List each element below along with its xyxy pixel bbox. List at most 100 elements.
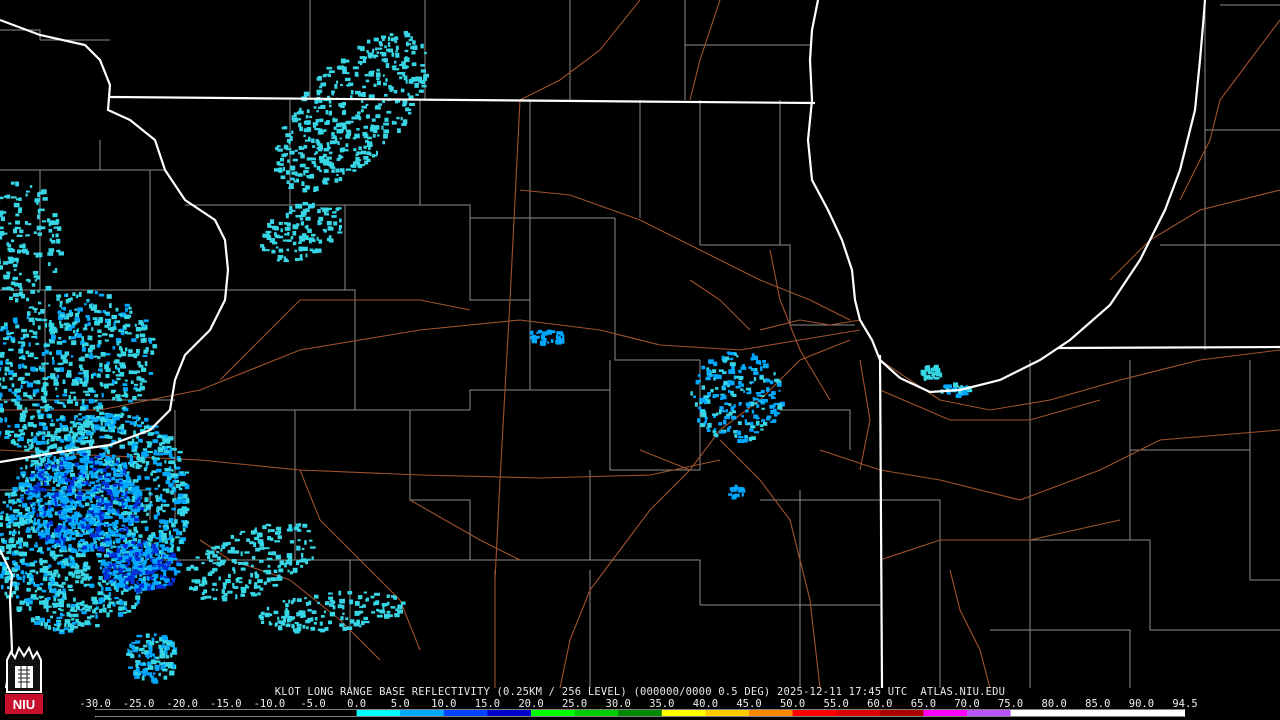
- echo-pixel: [317, 106, 324, 109]
- echo-pixel: [301, 181, 305, 186]
- echo-pixel: [760, 366, 763, 372]
- echo-pixel: [80, 580, 84, 584]
- echo-pixel: [336, 128, 343, 134]
- echo-pixel: [24, 571, 27, 575]
- echo-pixel: [760, 428, 764, 431]
- echo-pixel: [59, 300, 63, 305]
- echo-pixel: [339, 147, 345, 153]
- echo-pixel: [41, 220, 47, 223]
- echo-pixel: [284, 233, 288, 236]
- echo-pixel: [95, 486, 100, 489]
- echo-pixel: [333, 126, 337, 130]
- echo-pixel: [157, 554, 161, 559]
- echo-pixel: [0, 533, 4, 536]
- echo-pixel: [740, 366, 746, 370]
- echo-pixel: [126, 609, 132, 613]
- echo-pixel: [776, 382, 782, 387]
- echo-pixel: [46, 547, 51, 551]
- echo-pixel: [150, 653, 156, 657]
- echo-pixel: [99, 381, 103, 386]
- echo-pixel: [15, 257, 19, 262]
- echo-pixel: [0, 377, 2, 381]
- echo-pixel: [137, 394, 142, 397]
- echo-pixel: [13, 529, 16, 533]
- echo-pixel: [126, 471, 130, 474]
- echo-pixel: [731, 490, 734, 493]
- echo-pixel: [77, 621, 81, 626]
- echo-pixel: [61, 614, 65, 617]
- color-scale-segment: [967, 710, 1012, 716]
- echo-pixel: [82, 398, 85, 403]
- echo-pixel: [23, 392, 28, 397]
- echo-pixel: [542, 331, 548, 336]
- echo-pixel: [87, 605, 93, 609]
- echo-pixel: [32, 403, 37, 407]
- echo-pixel: [112, 483, 117, 487]
- echo-pixel: [73, 516, 79, 521]
- echo-pixel: [953, 382, 959, 387]
- echo-pixel: [376, 614, 383, 618]
- echo-pixel: [289, 206, 293, 210]
- echo-pixel: [260, 244, 265, 248]
- echo-pixel: [737, 430, 741, 436]
- echo-pixel: [762, 363, 769, 369]
- echo-pixel: [53, 381, 59, 386]
- echo-pixel: [0, 351, 5, 355]
- echo-pixel: [178, 487, 183, 491]
- echo-pixel: [121, 524, 125, 527]
- echo-pixel: [365, 598, 368, 602]
- echo-pixel: [406, 42, 409, 47]
- echo-pixel: [132, 465, 135, 469]
- echo-pixel: [117, 340, 122, 344]
- echo-pixel: [27, 311, 31, 316]
- echo-pixel: [127, 572, 130, 576]
- echo-pixel: [81, 465, 87, 470]
- echo-pixel: [319, 159, 326, 164]
- echo-pixel: [363, 125, 368, 129]
- echo-pixel: [306, 109, 310, 114]
- echo-pixel: [8, 522, 12, 525]
- echo-pixel: [318, 239, 323, 244]
- echo-pixel: [138, 438, 143, 442]
- echo-pixel: [120, 492, 124, 496]
- echo-pixel: [305, 120, 311, 125]
- echo-pixel: [42, 559, 48, 564]
- echo-pixel: [273, 610, 279, 615]
- echo-pixel: [68, 335, 71, 340]
- echo-pixel: [298, 152, 303, 155]
- echo-pixel: [99, 520, 103, 523]
- echo-pixel: [20, 348, 24, 354]
- echo-pixel: [286, 138, 291, 143]
- echo-pixel: [278, 163, 284, 166]
- echo-pixel: [16, 595, 20, 599]
- echo-pixel: [135, 326, 142, 332]
- echo-pixel: [145, 487, 152, 491]
- echo-pixel: [85, 495, 90, 499]
- echo-pixel: [100, 421, 103, 426]
- echo-pixel: [50, 615, 53, 619]
- echo-pixel: [96, 500, 99, 503]
- echo-pixel: [19, 517, 25, 522]
- echo-pixel: [45, 285, 52, 291]
- echo-pixel: [8, 222, 12, 225]
- echo-pixel: [71, 559, 76, 565]
- echo-pixel: [327, 592, 333, 595]
- echo-pixel: [690, 391, 693, 396]
- echo-pixel: [21, 328, 27, 333]
- echo-pixel: [184, 471, 190, 474]
- echo-pixel: [734, 434, 737, 438]
- echo-pixel: [54, 492, 59, 497]
- echo-pixel: [721, 410, 726, 413]
- echo-pixel: [62, 427, 69, 432]
- echo-pixel: [34, 590, 38, 593]
- echo-pixel: [277, 626, 283, 631]
- echo-pixel: [59, 498, 66, 503]
- echo-pixel: [85, 315, 90, 319]
- echo-pixel: [78, 292, 82, 297]
- echo-pixel: [230, 534, 235, 539]
- echo-pixel: [56, 395, 59, 398]
- echo-pixel: [375, 47, 378, 51]
- echo-pixel: [24, 372, 30, 376]
- echo-pixel: [280, 175, 286, 180]
- echo-pixel: [163, 438, 168, 443]
